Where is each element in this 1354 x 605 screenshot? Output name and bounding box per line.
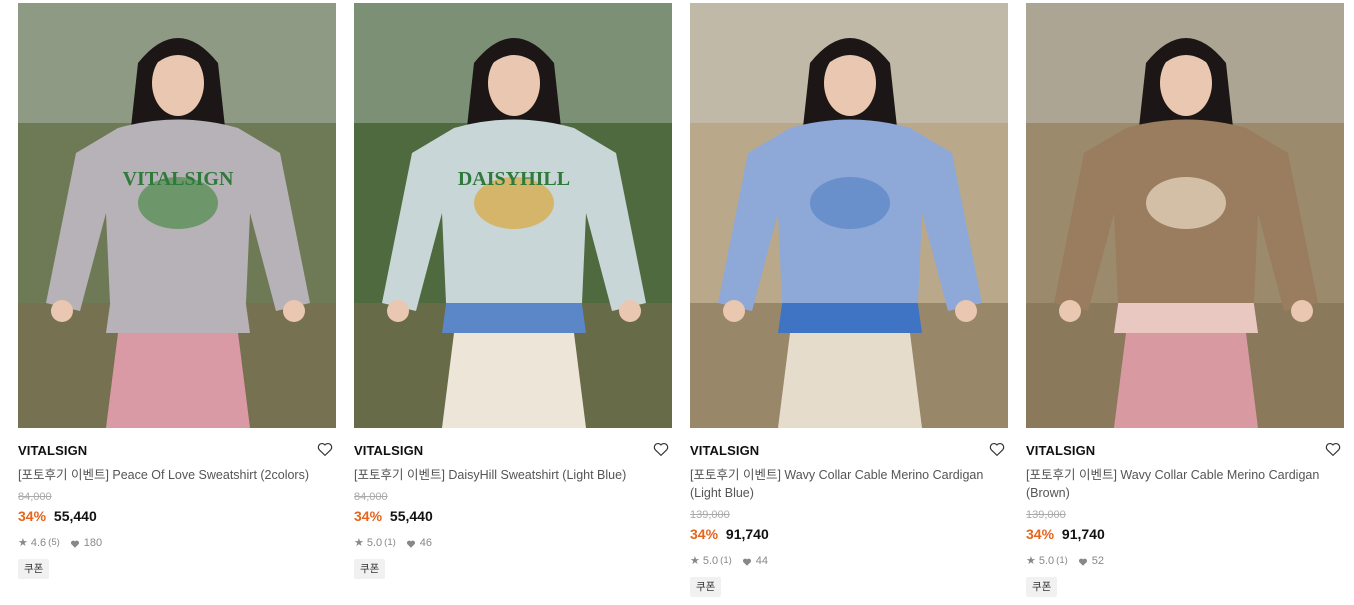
product-photo-illustration (690, 3, 1008, 428)
price-row: 34% 55,440 (354, 507, 672, 525)
rating-likes: ★ 5.0 (1) 44 (690, 553, 1008, 569)
review-count: (1) (384, 537, 396, 548)
wishlist-heart-icon[interactable] (988, 440, 1008, 460)
product-info: VITALSIGN [포토후기 이벤트] Peace Of Love Sweat… (18, 428, 336, 579)
sale-price: 55,440 (53, 508, 97, 524)
sale-price: 55,440 (389, 508, 433, 524)
coupon-badge: 쿠폰 (690, 577, 722, 597)
heart-filled-icon (406, 538, 416, 548)
brand-name[interactable]: VITALSIGN (1026, 442, 1344, 460)
product-image[interactable] (1026, 3, 1344, 428)
product-image[interactable]: DAISYHILL (354, 3, 672, 428)
product-info: VITALSIGN [포토후기 이벤트] DaisyHill Sweatshir… (354, 428, 672, 579)
product-photo-illustration: VITALSIGN (18, 3, 336, 428)
discount-rate: 34% (1026, 526, 1055, 542)
discount-rate: 34% (354, 508, 383, 524)
wishlist-heart-icon[interactable] (652, 440, 672, 460)
like-count: 46 (419, 537, 433, 549)
like-count: 44 (755, 555, 769, 567)
product-image[interactable]: VITALSIGN (18, 3, 336, 428)
rating-value: 4.6 (30, 537, 47, 549)
sale-price: 91,740 (1061, 526, 1105, 542)
heart-filled-icon (1078, 556, 1088, 566)
discount-rate: 34% (18, 508, 47, 524)
rating-value: 5.0 (366, 537, 383, 549)
product-photo-illustration (1026, 3, 1344, 428)
product-card[interactable]: DAISYHILL VITALSIGN [포토후기 이벤트] DaisyHill… (354, 3, 672, 579)
brand-name[interactable]: VITALSIGN (354, 442, 672, 460)
wishlist-heart-icon[interactable] (316, 440, 336, 460)
product-info: VITALSIGN [포토후기 이벤트] Wavy Collar Cable M… (1026, 428, 1344, 597)
sale-price: 91,740 (725, 526, 769, 542)
brand-name[interactable]: VITALSIGN (690, 442, 1008, 460)
product-grid: VITALSIGN VITALSIGN [포토후기 이벤트] Peace Of … (0, 0, 1354, 605)
product-title[interactable]: [포토후기 이벤트] Wavy Collar Cable Merino Card… (1026, 466, 1344, 502)
rating-likes: ★ 5.0 (1) 52 (1026, 553, 1344, 569)
brand-name[interactable]: VITALSIGN (18, 442, 336, 460)
review-count: (1) (1056, 555, 1068, 566)
like-count: 180 (83, 537, 103, 549)
product-card[interactable]: VITALSIGN [포토후기 이벤트] Wavy Collar Cable M… (1026, 3, 1344, 597)
price-row: 34% 55,440 (18, 507, 336, 525)
coupon-badge: 쿠폰 (1026, 577, 1058, 597)
product-title[interactable]: [포토후기 이벤트] Wavy Collar Cable Merino Card… (690, 466, 1008, 502)
wishlist-heart-icon[interactable] (1324, 440, 1344, 460)
coupon-badge: 쿠폰 (354, 559, 386, 579)
original-price: 84,000 (18, 491, 52, 503)
discount-rate: 34% (690, 526, 719, 542)
price-row: 34% 91,740 (1026, 525, 1344, 543)
rating-likes: ★ 5.0 (1) 46 (354, 535, 672, 551)
rating-value: 5.0 (702, 555, 719, 567)
rating-value: 5.0 (1038, 555, 1055, 567)
review-count: (5) (48, 537, 60, 548)
sweater-print-text: DAISYHILL (458, 168, 570, 190)
product-image[interactable] (690, 3, 1008, 428)
heart-filled-icon (742, 556, 752, 566)
sweater-print-text: VITALSIGN (123, 168, 234, 190)
like-count: 52 (1091, 555, 1105, 567)
star-icon: ★ (18, 537, 28, 549)
product-card[interactable]: VITALSIGN [포토후기 이벤트] Wavy Collar Cable M… (690, 3, 1008, 597)
star-icon: ★ (1026, 555, 1036, 567)
product-card[interactable]: VITALSIGN VITALSIGN [포토후기 이벤트] Peace Of … (18, 3, 336, 579)
original-price: 84,000 (354, 491, 388, 503)
coupon-badge: 쿠폰 (18, 559, 50, 579)
rating-likes: ★ 4.6 (5) 180 (18, 535, 336, 551)
product-info: VITALSIGN [포토후기 이벤트] Wavy Collar Cable M… (690, 428, 1008, 597)
original-price: 139,000 (1026, 509, 1066, 521)
original-price: 139,000 (690, 509, 730, 521)
product-title[interactable]: [포토후기 이벤트] Peace Of Love Sweatshirt (2co… (18, 466, 336, 484)
star-icon: ★ (354, 537, 364, 549)
review-count: (1) (720, 555, 732, 566)
price-row: 34% 91,740 (690, 525, 1008, 543)
heart-filled-icon (70, 538, 80, 548)
star-icon: ★ (690, 555, 700, 567)
product-title[interactable]: [포토후기 이벤트] DaisyHill Sweatshirt (Light B… (354, 466, 672, 484)
product-photo-illustration: DAISYHILL (354, 3, 672, 428)
